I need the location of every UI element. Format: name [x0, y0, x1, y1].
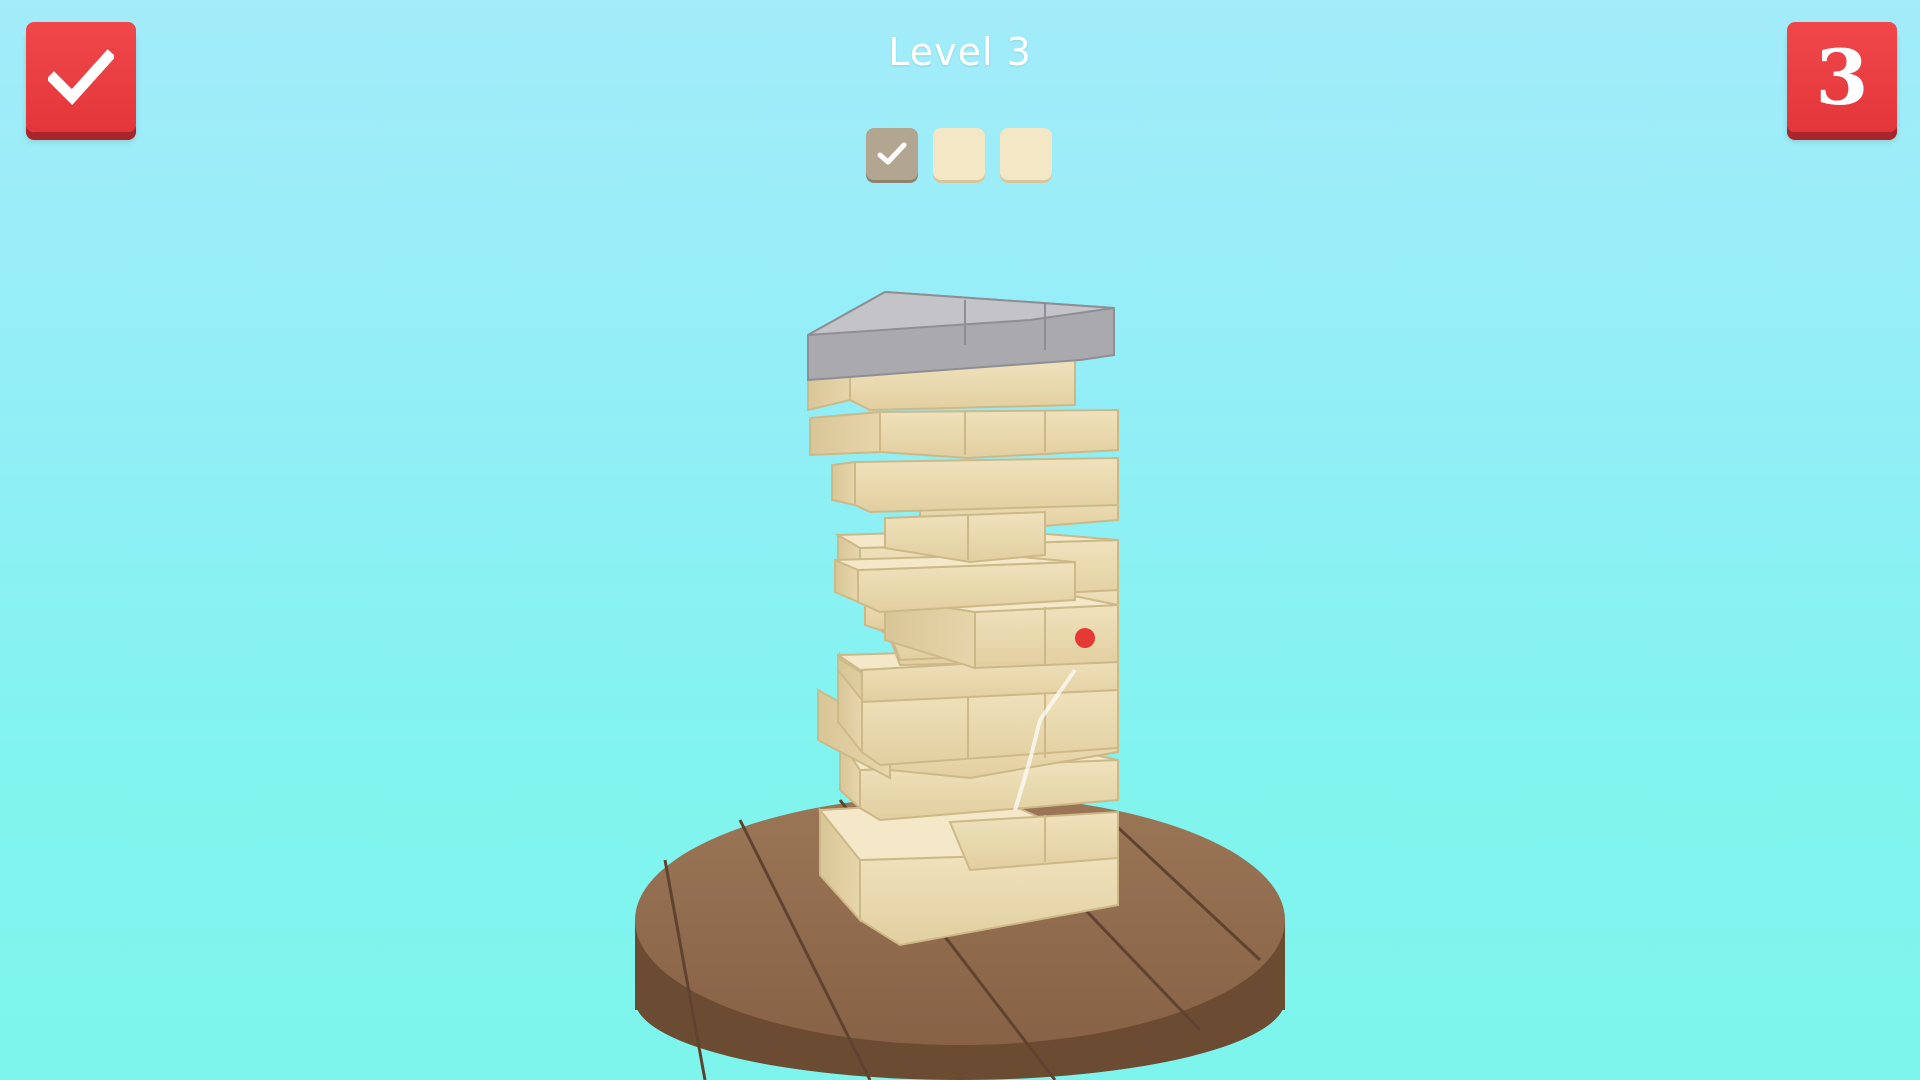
stage-slot-pending: [933, 128, 985, 180]
stage-progress: [866, 128, 1052, 180]
level-title: Level 3: [888, 30, 1032, 74]
checkmark-icon: [877, 142, 907, 165]
stage-slot-completed: [866, 128, 918, 180]
block-tower: [807, 290, 1119, 947]
counter-badge[interactable]: 3: [1787, 22, 1897, 140]
checkmark-icon: [48, 49, 114, 105]
target-marker: [1075, 628, 1095, 648]
confirm-button[interactable]: [26, 22, 136, 140]
tower-block: [809, 408, 1119, 460]
tower-block: [831, 456, 1119, 514]
counter-value: 3: [1815, 33, 1869, 122]
stage-slot-pending: [1000, 128, 1052, 180]
